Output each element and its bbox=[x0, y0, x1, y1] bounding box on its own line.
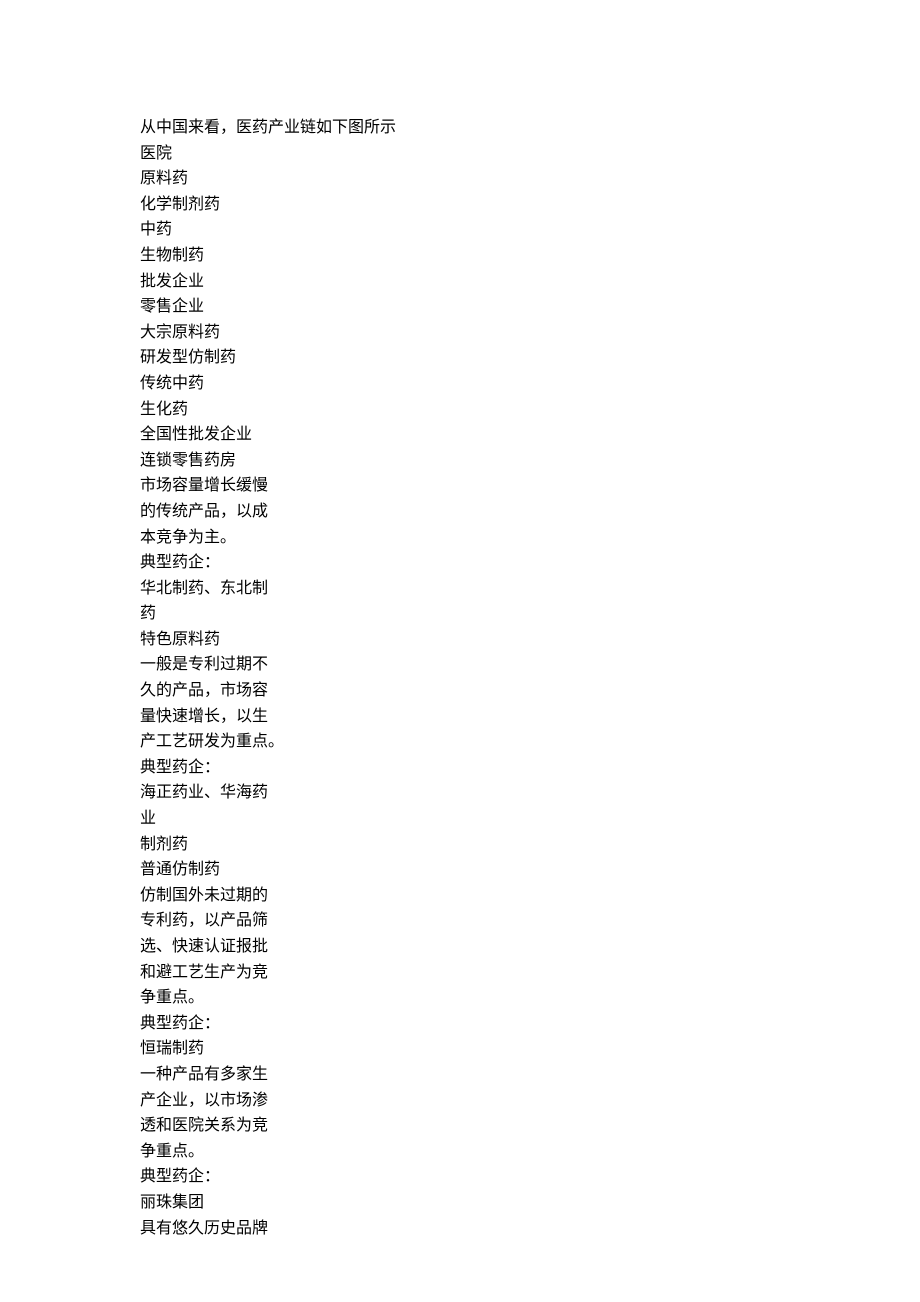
text-line: 连锁零售药房 bbox=[140, 448, 780, 474]
text-line: 普通仿制药 bbox=[140, 857, 780, 883]
text-line: 争重点。 bbox=[140, 985, 780, 1011]
text-line: 丽珠集团 bbox=[140, 1190, 780, 1216]
text-line: 海正药业、华海药 bbox=[140, 780, 780, 806]
text-line: 和避工艺生产为竞 bbox=[140, 960, 780, 986]
text-line: 争重点。 bbox=[140, 1139, 780, 1165]
text-line: 生物制药 bbox=[140, 243, 780, 269]
text-line: 透和医院关系为竞 bbox=[140, 1113, 780, 1139]
text-line: 原料药 bbox=[140, 166, 780, 192]
text-line: 全国性批发企业 bbox=[140, 422, 780, 448]
text-line: 产工艺研发为重点。 bbox=[140, 729, 780, 755]
text-line: 华北制药、东北制 bbox=[140, 576, 780, 602]
text-line: 市场容量增长缓慢 bbox=[140, 473, 780, 499]
text-line: 大宗原料药 bbox=[140, 320, 780, 346]
text-line: 典型药企： bbox=[140, 755, 780, 781]
text-line: 典型药企： bbox=[140, 550, 780, 576]
text-line: 本竞争为主。 bbox=[140, 525, 780, 551]
text-line: 仿制国外未过期的 bbox=[140, 883, 780, 909]
text-line: 一种产品有多家生 bbox=[140, 1062, 780, 1088]
text-line: 特色原料药 bbox=[140, 627, 780, 653]
text-line: 产企业，以市场渗 bbox=[140, 1088, 780, 1114]
text-line: 选、快速认证报批 bbox=[140, 934, 780, 960]
text-line: 制剂药 bbox=[140, 832, 780, 858]
text-line: 批发企业 bbox=[140, 269, 780, 295]
text-line: 药 bbox=[140, 601, 780, 627]
text-line: 典型药企： bbox=[140, 1011, 780, 1037]
text-line: 业 bbox=[140, 806, 780, 832]
text-line: 恒瑞制药 bbox=[140, 1036, 780, 1062]
text-line: 专利药，以产品筛 bbox=[140, 908, 780, 934]
text-line: 医院 bbox=[140, 141, 780, 167]
text-line: 中药 bbox=[140, 217, 780, 243]
text-line: 具有悠久历史品牌 bbox=[140, 1216, 780, 1242]
text-line: 久的产品，市场容 bbox=[140, 678, 780, 704]
text-line: 零售企业 bbox=[140, 294, 780, 320]
text-line: 研发型仿制药 bbox=[140, 345, 780, 371]
text-line: 典型药企： bbox=[140, 1164, 780, 1190]
text-line: 生化药 bbox=[140, 397, 780, 423]
text-line: 的传统产品，以成 bbox=[140, 499, 780, 525]
document-body: 从中国来看，医药产业链如下图所示 医院 原料药 化学制剂药 中药 生物制药 批发… bbox=[140, 115, 780, 1241]
text-line: 传统中药 bbox=[140, 371, 780, 397]
text-line: 量快速增长，以生 bbox=[140, 704, 780, 730]
text-line: 从中国来看，医药产业链如下图所示 bbox=[140, 115, 780, 141]
text-line: 一般是专利过期不 bbox=[140, 652, 780, 678]
text-line: 化学制剂药 bbox=[140, 192, 780, 218]
